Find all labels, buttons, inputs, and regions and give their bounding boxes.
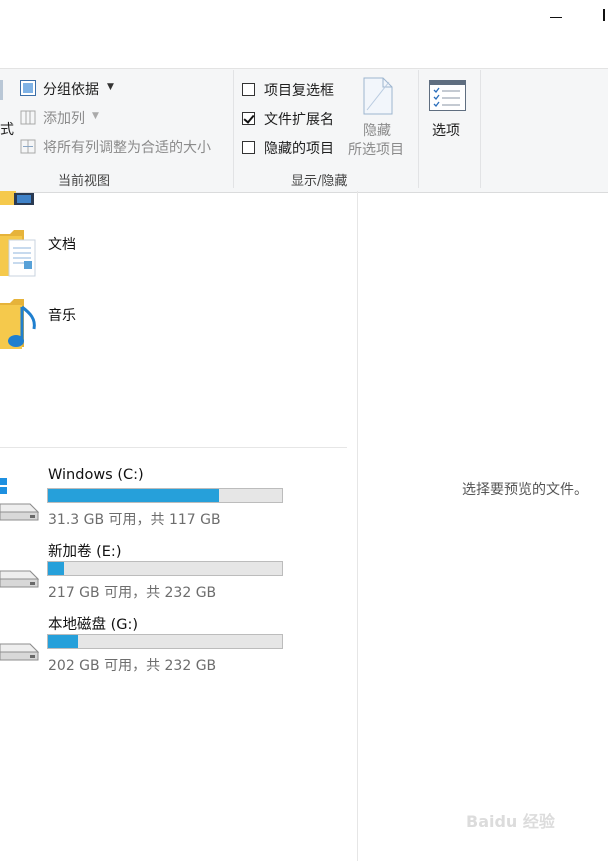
drive-name: 新加卷 (E:) xyxy=(48,544,122,560)
drive-item[interactable]: 新加卷 (E:) 217 GB 可用，共 232 GB xyxy=(0,539,300,603)
group-label-show-hide: 显示/隐藏 xyxy=(291,174,348,189)
group-label-current-view: 当前视图 xyxy=(58,174,111,189)
maximize-button-edge[interactable] xyxy=(603,9,605,21)
folder-name: 文档 xyxy=(48,237,76,253)
drive-usage-fill xyxy=(48,562,64,575)
chevron-down-icon: ▼ xyxy=(107,82,114,92)
size-all-columns-label: 将所有列调整为合适的大小 xyxy=(43,140,211,156)
drive-space-text: 31.3 GB 可用，共 117 GB xyxy=(48,512,221,528)
file-extensions-label: 文件扩展名 xyxy=(264,112,334,128)
drive-name: 本地磁盘 (G:) xyxy=(48,617,139,633)
pane-splitter[interactable] xyxy=(357,191,358,861)
hard-drive-icon xyxy=(0,643,40,661)
item-checkboxes-checkbox[interactable] xyxy=(242,83,255,96)
drive-item[interactable]: Windows (C:) 31.3 GB 可用，共 117 GB xyxy=(0,466,300,530)
minimize-button[interactable] xyxy=(548,6,566,28)
list-item[interactable]: 音乐 xyxy=(0,299,340,355)
file-extensions-checkbox[interactable] xyxy=(242,112,255,125)
drive-usage-fill xyxy=(48,489,219,502)
title-bar xyxy=(0,0,608,38)
size-columns-icon xyxy=(20,139,36,154)
folder-name: 音乐 xyxy=(48,308,76,324)
hide-selected-items-button[interactable]: 隐藏 所选项目 xyxy=(346,76,410,160)
options-button[interactable]: 选项 xyxy=(427,78,469,142)
drive-space-text: 217 GB 可用，共 232 GB xyxy=(48,585,217,601)
preview-message: 选择要预览的文件。 xyxy=(462,482,588,498)
hide-selected-icon xyxy=(363,77,393,115)
ribbon-separator xyxy=(233,70,234,188)
hard-drive-icon xyxy=(0,570,40,588)
windows-drive-icon xyxy=(0,478,40,521)
hide-selected-label-2: 所选项目 xyxy=(348,142,404,158)
add-column-label: 添加列 xyxy=(43,111,85,127)
drive-space-text: 202 GB 可用，共 232 GB xyxy=(48,658,217,674)
ribbon-separator xyxy=(480,70,481,188)
drive-usage-bar xyxy=(47,561,283,576)
documents-folder-icon xyxy=(0,230,36,277)
options-icon xyxy=(429,80,466,111)
drive-usage-fill xyxy=(48,635,78,648)
chevron-down-icon: ▼ xyxy=(92,111,99,121)
videos-folder-icon xyxy=(0,191,34,205)
drive-usage-bar xyxy=(47,634,283,649)
hidden-items-label: 隐藏的项目 xyxy=(264,141,334,157)
drive-usage-bar xyxy=(47,488,283,503)
section-divider xyxy=(0,447,347,448)
group-by-icon xyxy=(20,80,36,96)
drive-item[interactable]: 本地磁盘 (G:) 202 GB 可用，共 232 GB xyxy=(0,612,300,676)
list-item[interactable]: 文档 xyxy=(0,228,340,284)
hide-selected-label-1: 隐藏 xyxy=(363,123,391,139)
ribbon-partial-icon xyxy=(0,80,3,100)
group-by-label: 分组依据 xyxy=(43,82,99,98)
ribbon-separator xyxy=(418,70,419,188)
add-column-icon xyxy=(20,110,36,125)
item-checkboxes-label: 项目复选框 xyxy=(264,83,334,99)
ribbon-partial-label: 式 xyxy=(0,122,14,138)
music-folder-icon xyxy=(0,299,36,349)
options-label: 选项 xyxy=(432,123,460,139)
hidden-items-checkbox[interactable] xyxy=(242,141,255,154)
drive-name: Windows (C:) xyxy=(48,467,144,483)
watermark: Baidu 经验 xyxy=(466,812,555,831)
